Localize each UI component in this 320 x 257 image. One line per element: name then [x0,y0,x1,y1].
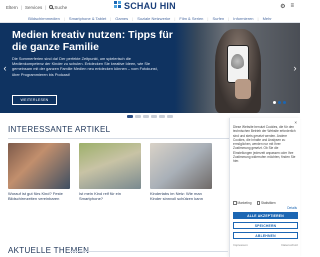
section-title: INTERESSANTE ARTIKEL [8,125,111,134]
settings-icon[interactable]: ⚙ [280,3,285,10]
section-divider [70,251,228,252]
hero-dots [273,101,286,104]
cookie-option-marketing[interactable]: Marketing [233,201,252,205]
hero-title: Medien kreativ nutzen: Tipps für die gan… [12,29,173,53]
pager-dot[interactable] [127,115,133,118]
article-image [79,143,141,189]
chevron-left-icon[interactable]: ‹ [1,61,9,75]
article-image [8,143,70,189]
cookie-banner: × Diese Website benutzt Cookies, die für… [229,118,300,257]
article-image [150,143,212,189]
nav-divider: | [110,16,112,21]
accept-all-button[interactable]: ALLE AKZEPTIEREN [233,212,298,219]
nav-item-bildschirmmedien[interactable]: Bildschirmmedien [28,14,60,22]
pager-dot[interactable] [143,115,149,118]
nav-item-more[interactable]: Mehr [263,14,272,22]
cookie-option-statistics[interactable]: Statistiken [256,201,276,205]
save-button[interactable]: SPEICHERN [233,222,298,229]
separator: | [20,4,22,10]
chevron-right-icon[interactable]: › [291,61,299,75]
nav-item-surfen[interactable]: Surfen [212,14,224,22]
hero-image [175,23,300,113]
logo-mark-icon [114,1,122,11]
hero-phone [227,45,249,83]
logo-text: SCHAU HIN [124,1,176,11]
cookie-footer: Impressum Datenschutz [233,243,298,247]
article-card[interactable]: Ist mein Kind reif für ein Smartphone? [79,143,141,201]
pager-dot[interactable] [135,115,141,118]
search-label: Suche [54,4,68,10]
pager-dot[interactable] [167,115,173,118]
imprint-link[interactable]: Impressum [233,243,248,247]
hero-dot[interactable] [283,101,286,104]
cookie-text: Diese Website benutzt Cookies, die für d… [233,125,296,164]
nav-divider: | [63,16,65,21]
pager-dot[interactable] [159,115,165,118]
privacy-link[interactable]: Datenschutz [281,243,298,247]
reject-button[interactable]: ABLEHNEN [233,232,298,239]
nav-divider: | [174,16,176,21]
nav-divider: | [257,16,259,21]
nav-item-games[interactable]: Games [115,14,128,22]
nav-divider: | [132,16,134,21]
link-services[interactable]: Services [25,5,42,10]
checkbox-icon [233,201,237,205]
hero-dot[interactable] [273,101,276,104]
article-caption: Ist mein Kind reif für ein Smartphone? [79,191,122,201]
article-card[interactable]: Worauf ist gut fürs Kind? Feste Bildschi… [8,143,70,201]
hero-hand [235,79,251,99]
article-caption: Worauf ist gut fürs Kind? Feste Bildschi… [8,191,63,201]
search-button[interactable]: Suche [49,5,67,10]
nav-item-soziale-netzwerke[interactable]: Soziale Netzwerke [137,14,170,22]
cookie-options: Marketing Statistiken [233,201,276,205]
read-more-button[interactable]: WEITERLESEN [12,95,57,105]
top-icons: ⚙ ≡ [280,3,294,10]
main-nav: Bildschirmmedien | Smartphone & Tablet |… [0,14,300,23]
logo[interactable]: SCHAU HIN [114,1,176,11]
article-caption: Kindertabs im Netz: Wie man Kinder sinnv… [150,191,203,201]
checkbox-icon [256,201,260,205]
hero-dot[interactable] [278,101,281,104]
nav-item-smartphone[interactable]: Smartphone & Tablet [69,14,106,22]
article-card[interactable]: Kindertabs im Netz: Wie man Kinder sinnv… [150,143,212,201]
nav-divider: | [228,16,230,21]
menu-icon[interactable]: ≡ [290,3,294,10]
separator: | [45,4,47,10]
nav-item-informieren[interactable]: Informieren [233,14,253,22]
link-eltern[interactable]: Eltern [6,5,18,10]
pager-dot[interactable] [151,115,157,118]
nav-divider: | [207,16,209,21]
hero-slider: Medien kreativ nutzen: Tipps für die gan… [0,23,300,113]
hero-text: Die Sommerferien sind da! Der perfekte Z… [12,56,158,77]
search-icon [49,5,54,9]
nav-item-film-serien[interactable]: Film & Serien [179,14,203,22]
cookie-details-link[interactable]: Details [287,206,297,210]
hero-phone-face [231,54,244,72]
